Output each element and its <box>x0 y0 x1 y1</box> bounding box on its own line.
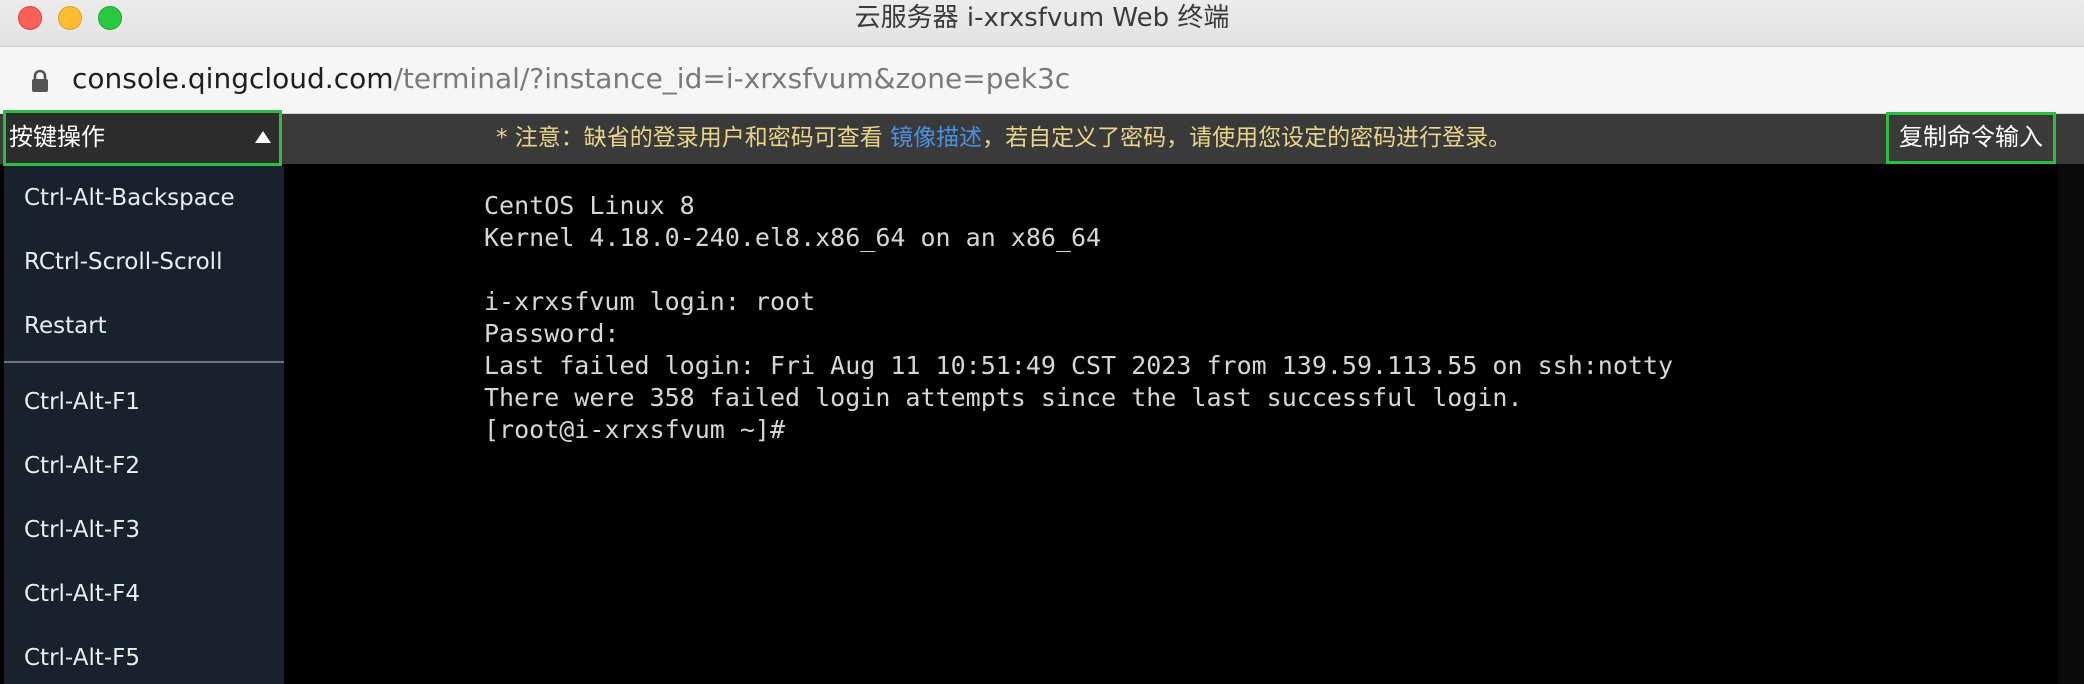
notice-suffix: ，若自定义了密码，请使用您设定的密码进行登录。 <box>982 125 1512 151</box>
url-path: /terminal/?instance_id=i-xrxsfvum&zone=p… <box>393 62 1071 95</box>
key-operations-dropdown[interactable]: 按键操作 <box>3 110 282 166</box>
key-operations-label: 按键操作 <box>9 123 105 151</box>
url-text[interactable]: console.qingcloud.com/terminal/?instance… <box>72 61 1070 97</box>
terminal-line: Last failed login: Fri Aug 11 10:51:49 C… <box>484 351 1674 380</box>
console-toolbar: * 注意：缺省的登录用户和密码可查看 镜像描述，若自定义了密码，请使用您设定的密… <box>0 114 2084 164</box>
terminal-screen[interactable]: CentOS Linux 8 Kernel 4.18.0-240.el8.x86_… <box>484 190 2044 446</box>
caret-up-icon <box>255 131 271 143</box>
address-bar[interactable]: console.qingcloud.com/terminal/?instance… <box>0 47 2084 114</box>
terminal-line: Password: <box>484 319 620 348</box>
window-title: 云服务器 i-xrxsfvum Web 终端 <box>854 3 1230 33</box>
menu-item[interactable]: Ctrl-Alt-F1 <box>4 370 284 434</box>
terminal-line: Kernel 4.18.0-240.el8.x86_64 on an x86_6… <box>484 223 1102 252</box>
menu-item[interactable]: RCtrl-Scroll-Scroll <box>4 230 284 294</box>
menu-item[interactable]: Restart <box>4 294 284 358</box>
url-host: console.qingcloud.com <box>72 62 394 95</box>
terminal-line: i-xrxsfvum login: root <box>484 287 816 316</box>
copy-command-input-button[interactable]: 复制命令输入 <box>1886 112 2056 164</box>
menu-item[interactable]: Ctrl-Alt-F4 <box>4 562 284 626</box>
menu-item[interactable]: Ctrl-Alt-Backspace <box>4 166 284 230</box>
title-bar: 云服务器 i-xrxsfvum Web 终端 <box>0 0 2084 47</box>
menu-item[interactable]: Ctrl-Alt-F5 <box>4 626 284 684</box>
key-operations-menu: Ctrl-Alt-Backspace RCtrl-Scroll-Scroll Res… <box>4 166 284 684</box>
menu-divider <box>4 361 284 363</box>
terminal-line: [root@i-xrxsfvum ~]# <box>484 415 786 444</box>
terminal-line: CentOS Linux 8 <box>484 191 695 220</box>
notice-prefix: * 注意：缺省的登录用户和密码可查看 <box>496 125 891 151</box>
image-description-link[interactable]: 镜像描述 <box>890 125 982 151</box>
menu-item[interactable]: Ctrl-Alt-F3 <box>4 498 284 562</box>
lock-icon <box>32 69 48 92</box>
login-notice: * 注意：缺省的登录用户和密码可查看 镜像描述，若自定义了密码，请使用您设定的密… <box>496 122 1511 154</box>
menu-item[interactable]: Ctrl-Alt-F2 <box>4 434 284 498</box>
terminal-scrollbar[interactable] <box>2058 164 2084 684</box>
browser-window: 云服务器 i-xrxsfvum Web 终端 console.qingcloud… <box>0 0 2084 684</box>
terminal-line: There were 358 failed login attempts sin… <box>484 383 1523 412</box>
